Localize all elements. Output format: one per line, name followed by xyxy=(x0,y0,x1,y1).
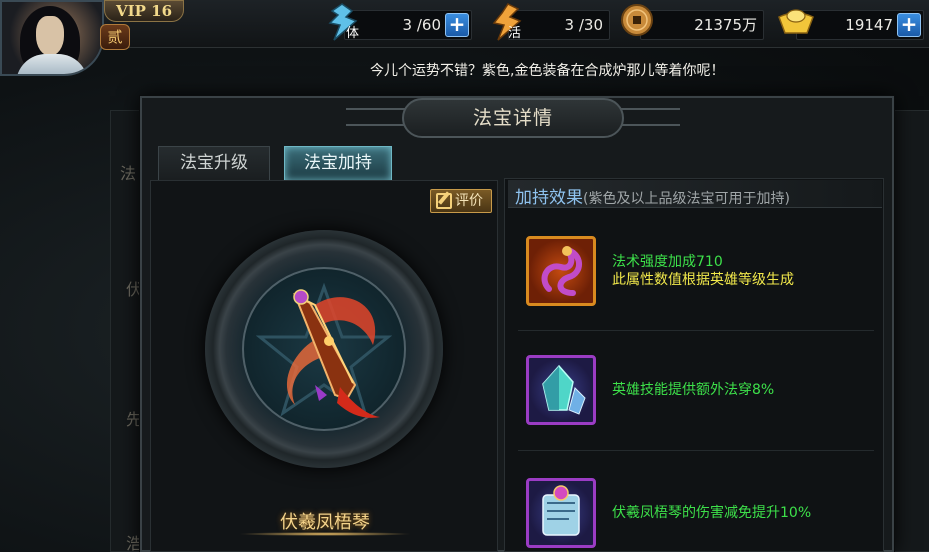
effect-1-text: 法术强度加成710 此属性数值根据英雄等级生成 xyxy=(612,253,794,289)
jade-scroll-icon[interactable] xyxy=(526,478,596,548)
coins-value: 21375万 xyxy=(694,16,757,34)
effects-subtitle: (紫色及以上品级法宝可用于加持) xyxy=(583,191,790,207)
crystal-graphic xyxy=(542,364,586,415)
stamina-resource: 3 /60 + xyxy=(344,10,472,40)
player-avatar[interactable] xyxy=(0,0,104,76)
add-ingots-button[interactable]: + xyxy=(897,13,921,37)
effect-3-line-1: 伏羲凤梧琴的伤害减免提升10% xyxy=(612,505,812,521)
title-ornament-right xyxy=(620,108,680,126)
coins-resource: 21375万 xyxy=(640,10,764,40)
effect-1-line-2: 此属性数值根据英雄等级生成 xyxy=(612,272,794,288)
add-stamina-button[interactable]: + xyxy=(445,13,469,37)
effects-title: 加持效果(紫色及以上品级法宝可用于加持) xyxy=(515,183,790,208)
stamina-value: 3 /60 xyxy=(402,16,441,34)
copper-coin-icon xyxy=(621,4,653,36)
announcement-ticker: 今儿个运势不错？紫色,金色装备在合成炉那儿等着你呢！ xyxy=(370,63,725,79)
rank-badge: 贰 xyxy=(100,24,130,50)
edit-icon xyxy=(436,193,452,209)
tab-upgrade[interactable]: 法宝升级 xyxy=(158,146,270,180)
background-text: 法 xyxy=(120,164,137,183)
effects-title-text: 加持效果 xyxy=(515,188,583,208)
stamina-icon: 体 xyxy=(328,3,359,41)
tab-bless[interactable]: 法宝加持 xyxy=(284,146,392,180)
ingots-value: 19147 xyxy=(845,16,893,34)
dialog-title: 法宝详情 xyxy=(402,98,624,138)
fire-serpent-icon[interactable] xyxy=(526,236,596,306)
fuxi-phoenix-qin-artifact[interactable] xyxy=(255,275,395,425)
vigor-icon-label: 活 xyxy=(508,26,521,41)
artifact-name: 伏羲凤梧琴 xyxy=(280,512,370,533)
vip-badge[interactable]: VIP 16 xyxy=(104,0,184,22)
gold-ingot-icon xyxy=(778,9,814,34)
stamina-icon-label: 体 xyxy=(346,26,359,41)
title-ornament-left xyxy=(346,108,406,126)
fire-serpent-graphic xyxy=(541,246,582,296)
effect-2-line-1: 英雄技能提供额外法穿8% xyxy=(612,382,775,398)
vigor-icon: 活 xyxy=(492,3,522,41)
name-glow xyxy=(238,532,412,536)
row-separator xyxy=(518,450,874,451)
avatar-face xyxy=(36,16,64,56)
crystal-icon[interactable] xyxy=(526,355,596,425)
vigor-value: 3 /30 xyxy=(564,16,603,34)
effect-1-line-1: 法术强度加成710 xyxy=(612,254,723,270)
row-separator xyxy=(518,330,874,331)
jade-scroll-graphic xyxy=(542,485,580,536)
